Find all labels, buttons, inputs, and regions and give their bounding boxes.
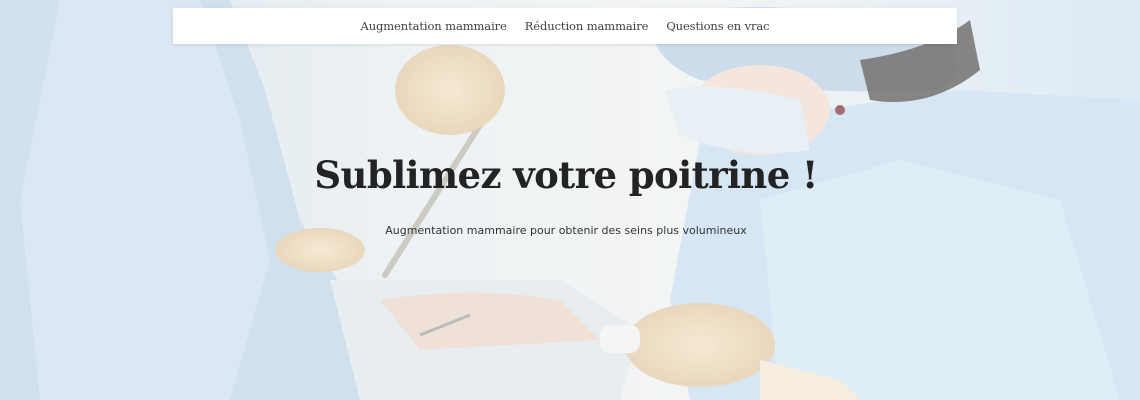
nav-link-questions-en-vrac[interactable]: Questions en vrac [666,19,769,33]
hero-title: Sublimez votre poitrine ! [314,153,818,197]
hero-section: Augmentation mammaire Réduction mammaire… [0,0,1140,400]
top-navigation-bar: Augmentation mammaire Réduction mammaire… [173,8,957,44]
nav-link-augmentation-mammaire[interactable]: Augmentation mammaire [360,19,506,33]
hero-overlay [0,0,1140,400]
hero-subtitle: Augmentation mammaire pour obtenir des s… [385,224,747,237]
nav-link-reduction-mammaire[interactable]: Réduction mammaire [525,19,649,33]
